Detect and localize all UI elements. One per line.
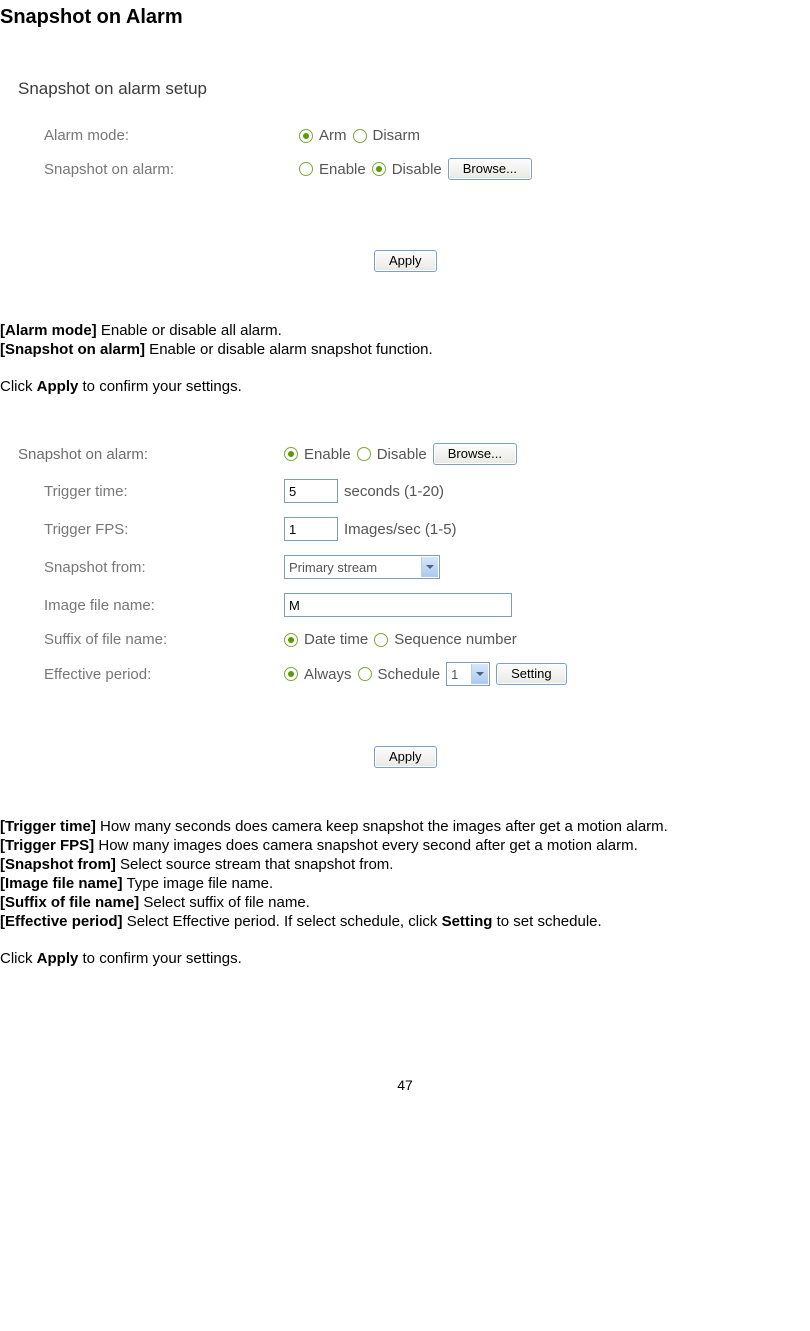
label-suffix: Suffix of file name: — [14, 631, 284, 648]
chevron-down-icon — [471, 664, 488, 684]
row-trigger-fps: Trigger FPS: Images/sec (1-5) — [14, 517, 759, 541]
desc-apply-1: Click Apply to confirm your settings. — [0, 378, 810, 395]
desc-apply-2: Click Apply to confirm your settings. — [0, 950, 810, 967]
label-trigger-time: Trigger time: — [14, 483, 284, 500]
panel-heading: Snapshot on alarm setup — [18, 79, 759, 99]
apply-button[interactable]: Apply — [374, 250, 437, 272]
setting-button[interactable]: Setting — [496, 663, 566, 685]
radio-schedule[interactable] — [358, 667, 372, 681]
radio-disarm-label: Disarm — [373, 127, 421, 144]
radio-datetime[interactable] — [284, 633, 298, 647]
radio-enable[interactable] — [299, 162, 313, 176]
label-snapshot-on-alarm: Snapshot on alarm: — [14, 161, 299, 178]
desc-snapshot-on-alarm: [Snapshot on alarm] Enable or disable al… — [0, 341, 810, 358]
label-snapshot-on-alarm-2: Snapshot on alarm: — [14, 446, 284, 463]
label-image-file-name: Image file name: — [14, 597, 284, 614]
unit-trigger-fps: Images/sec (1-5) — [344, 521, 457, 538]
desc-trigger-time: [Trigger time] How many seconds does cam… — [0, 818, 810, 835]
radio-disable-label-2: Disable — [377, 446, 427, 463]
radio-enable-label: Enable — [319, 161, 366, 178]
radio-arm[interactable] — [299, 129, 313, 143]
radio-enable-label-2: Enable — [304, 446, 351, 463]
apply-button-2[interactable]: Apply — [374, 746, 437, 768]
radio-datetime-label: Date time — [304, 631, 368, 648]
radio-schedule-label: Schedule — [378, 666, 441, 683]
radio-always-label: Always — [304, 666, 352, 683]
input-image-file-name[interactable] — [284, 593, 512, 617]
radio-enable-2[interactable] — [284, 447, 298, 461]
browse-button[interactable]: Browse... — [448, 158, 532, 180]
page-number: 47 — [0, 1077, 810, 1093]
label-effective-period: Effective period: — [14, 666, 284, 683]
input-trigger-time[interactable] — [284, 479, 338, 503]
row-snapshot-on-alarm-2: Snapshot on alarm: Enable Disable Browse… — [14, 443, 759, 465]
radio-disable[interactable] — [372, 162, 386, 176]
radio-sequence[interactable] — [374, 633, 388, 647]
browse-button-2[interactable]: Browse... — [433, 443, 517, 465]
row-suffix: Suffix of file name: Date time Sequence … — [14, 631, 759, 648]
panel-snapshot-details: Snapshot on alarm: Enable Disable Browse… — [14, 443, 759, 768]
unit-trigger-time: seconds (1-20) — [344, 483, 444, 500]
row-trigger-time: Trigger time: seconds (1-20) — [14, 479, 759, 503]
panel-snapshot-setup: Snapshot on alarm setup Alarm mode: Arm … — [14, 79, 759, 272]
chevron-down-icon — [421, 557, 438, 577]
select-schedule-num[interactable]: 1 — [446, 662, 490, 686]
radio-disable-label: Disable — [392, 161, 442, 178]
desc-image-file-name: [Image file name] Type image file name. — [0, 875, 810, 892]
desc-snapshot-from: [Snapshot from] Select source stream tha… — [0, 856, 810, 873]
input-trigger-fps[interactable] — [284, 517, 338, 541]
row-snapshot-from: Snapshot from: Primary stream — [14, 555, 759, 579]
radio-arm-label: Arm — [319, 127, 347, 144]
row-image-file-name: Image file name: — [14, 593, 759, 617]
label-trigger-fps: Trigger FPS: — [14, 521, 284, 538]
label-snapshot-from: Snapshot from: — [14, 559, 284, 576]
desc-suffix: [Suffix of file name] Select suffix of f… — [0, 894, 810, 911]
desc-trigger-fps: [Trigger FPS] How many images does camer… — [0, 837, 810, 854]
row-alarm-mode: Alarm mode: Arm Disarm — [14, 127, 759, 144]
row-effective-period: Effective period: Always Schedule 1 Sett… — [14, 662, 759, 686]
row-snapshot-on-alarm: Snapshot on alarm: Enable Disable Browse… — [14, 158, 759, 180]
desc-alarm-mode: [Alarm mode] Enable or disable all alarm… — [0, 322, 810, 339]
radio-always[interactable] — [284, 667, 298, 681]
label-alarm-mode: Alarm mode: — [14, 127, 299, 144]
page-title: Snapshot on Alarm — [0, 6, 810, 29]
desc-effective-period: [Effective period] Select Effective peri… — [0, 913, 810, 930]
radio-disable-2[interactable] — [357, 447, 371, 461]
select-snapshot-from[interactable]: Primary stream — [284, 555, 440, 579]
radio-disarm[interactable] — [353, 129, 367, 143]
radio-sequence-label: Sequence number — [394, 631, 517, 648]
